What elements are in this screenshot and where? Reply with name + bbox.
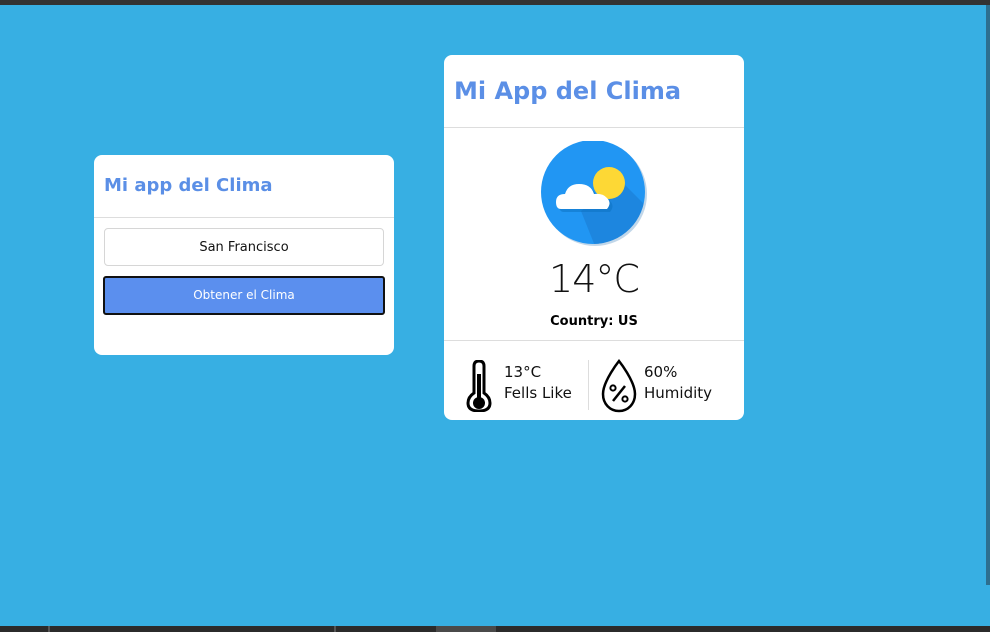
search-card: Mi app del Clima Obtener el Clima [94, 155, 394, 355]
weather-card-title: Mi App del Clima [454, 77, 682, 105]
humidity-label: Humidity [644, 384, 713, 402]
search-card-divider [94, 217, 394, 218]
search-card-title: Mi app del Clima [104, 175, 273, 196]
stats-separator [588, 360, 589, 410]
temperature-value: 14°C [549, 257, 640, 301]
stats-divider [444, 340, 744, 341]
taskbar [0, 626, 990, 632]
thermometer-icon [466, 360, 492, 412]
feels-like-label: Fells Like [504, 384, 572, 402]
window-right-edge [986, 5, 990, 585]
country-label: Country: US [550, 314, 638, 329]
feels-like-value: 13°C [504, 363, 542, 381]
get-weather-button[interactable]: Obtener el Clima [103, 276, 385, 315]
weather-card: Mi App del Clima 14°C Country: US 13°C F… [444, 55, 744, 420]
window-top-bar [0, 0, 990, 5]
humidity-drop-icon [601, 359, 637, 413]
city-input[interactable] [104, 228, 384, 266]
partly-cloudy-icon [541, 141, 647, 246]
humidity-value: 60% [644, 363, 678, 381]
weather-card-divider [444, 127, 744, 128]
